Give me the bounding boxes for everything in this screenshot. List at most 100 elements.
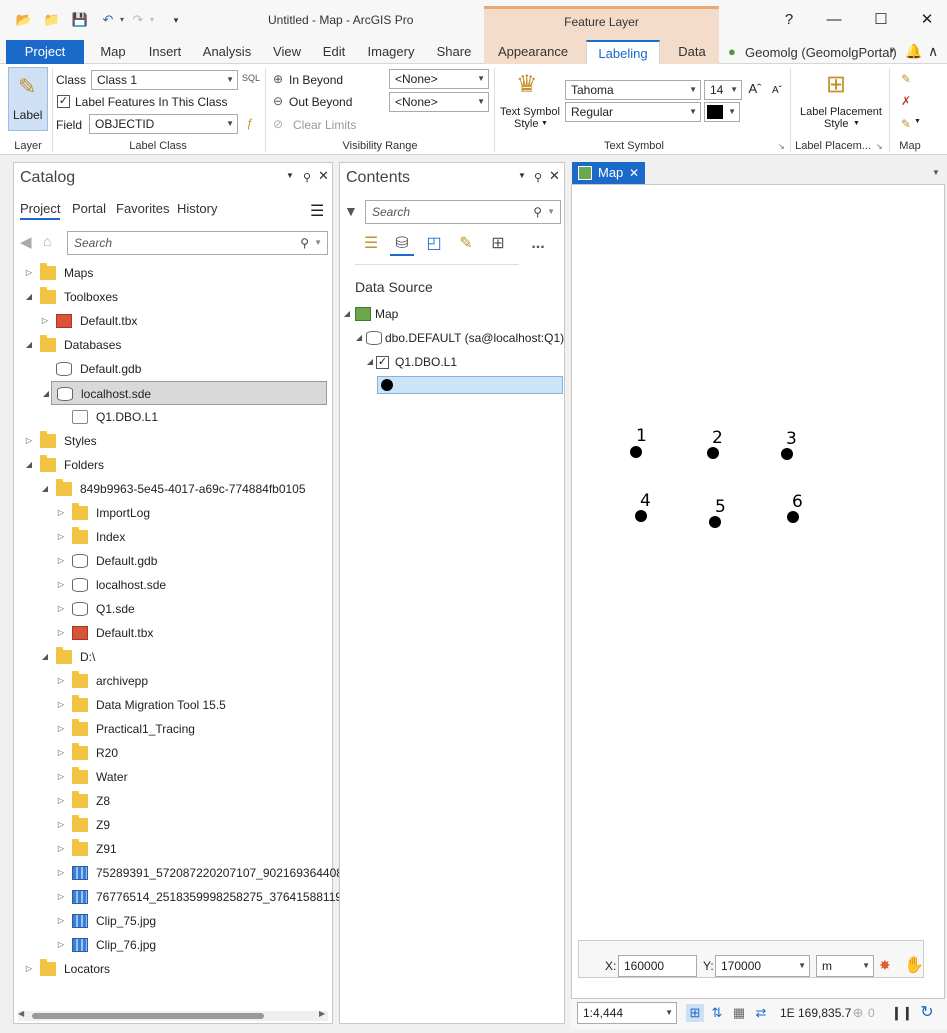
list-by-data-source-icon[interactable]: ⛁ xyxy=(390,232,414,256)
tab-catalog-portal[interactable]: Portal xyxy=(72,201,106,216)
table-icon[interactable]: ▦ xyxy=(730,1004,748,1022)
tab-insert[interactable]: Insert xyxy=(142,40,188,64)
collapse-icon[interactable]: ◢ xyxy=(365,350,375,374)
expand-icon[interactable]: ▷ xyxy=(56,597,66,621)
collapse-icon[interactable]: ◢ xyxy=(40,477,50,501)
map-canvas[interactable]: 1 2 3 4 5 6 ∨ xyxy=(571,184,945,999)
catalog-item[interactable]: ◢ D:\ xyxy=(14,645,332,669)
chevron-down-icon[interactable]: ▼ xyxy=(914,118,921,125)
expand-icon[interactable]: ▷ xyxy=(56,669,66,693)
expand-icon[interactable]: ▷ xyxy=(24,429,34,453)
expand-icon[interactable]: ▷ xyxy=(24,261,34,285)
close-icon[interactable]: ✕ xyxy=(318,168,329,184)
font-color-picker[interactable]: ▼ xyxy=(704,102,740,122)
label-features-checkbox[interactable]: ✓ xyxy=(57,95,70,108)
tab-list-icon[interactable]: ▼ xyxy=(932,168,940,177)
catalog-item[interactable]: ▷ Q1.sde xyxy=(14,597,332,621)
map-point[interactable] xyxy=(709,516,721,528)
catalog-item[interactable]: ▷ Data Migration Tool 15.5 xyxy=(14,693,332,717)
customize-toolbar-icon[interactable]: ▾ xyxy=(167,12,185,28)
transform-icon[interactable]: ⇅ xyxy=(708,1004,726,1022)
map-point[interactable] xyxy=(787,511,799,523)
layer-visibility-checkbox[interactable]: ✓ xyxy=(376,356,389,369)
expand-icon[interactable]: ▷ xyxy=(56,549,66,573)
navigation-icon[interactable]: ⇄ xyxy=(752,1004,770,1022)
filter-icon[interactable]: ▼ xyxy=(344,203,358,219)
map-point[interactable] xyxy=(630,446,642,458)
map-point[interactable] xyxy=(781,448,793,460)
catalog-item[interactable]: ▷ Water xyxy=(14,765,332,789)
pin-icon[interactable]: ⚲ xyxy=(303,171,311,184)
expand-icon[interactable]: ▷ xyxy=(56,837,66,861)
out-beyond-label[interactable]: Out Beyond xyxy=(289,95,352,109)
increase-font-size-icon[interactable]: Aˆ xyxy=(747,81,763,97)
label-placement-style-button[interactable]: ⊞ Label Placement Style ▼ xyxy=(796,68,886,134)
expand-icon[interactable]: ▷ xyxy=(56,621,66,645)
field-dropdown[interactable]: OBJECTID ▼ xyxy=(89,114,238,134)
more-options-button[interactable]: ... xyxy=(526,232,550,256)
pane-menu-icon[interactable]: ▼ xyxy=(518,171,526,180)
catalog-item[interactable]: ▷ 75289391_572087220207107_90216936440835 xyxy=(14,861,356,885)
placement-launcher-icon[interactable]: ↘ xyxy=(876,142,883,151)
catalog-item[interactable]: ▷ localhost.sde xyxy=(14,573,332,597)
tab-labeling[interactable]: Labeling xyxy=(586,40,660,65)
flash-location-icon[interactable]: ✸ xyxy=(879,957,891,974)
collapse-icon[interactable]: ◢ xyxy=(342,302,352,326)
font-size-dropdown[interactable]: 14 ▼ xyxy=(704,80,742,100)
tab-map[interactable]: Map xyxy=(92,40,134,64)
refresh-icon[interactable]: ↻ xyxy=(918,1004,936,1022)
tab-edit[interactable]: Edit xyxy=(316,40,352,64)
tab-view[interactable]: View xyxy=(266,40,308,64)
new-project-icon[interactable]: 📂 xyxy=(15,12,33,28)
catalog-item[interactable]: ▷ Index xyxy=(14,525,332,549)
collapse-ribbon-icon[interactable]: ∧ xyxy=(928,43,938,60)
catalog-item[interactable]: ▷ Clip_76.jpg xyxy=(14,933,332,957)
list-by-editing-icon[interactable]: ✎ xyxy=(454,232,478,256)
map-point[interactable] xyxy=(635,510,647,522)
close-window-button[interactable]: ✕ xyxy=(917,10,937,30)
contents-item-workspace[interactable]: ◢ dbo.DEFAULT (sa@localhost:Q1) xyxy=(340,326,564,350)
expand-icon[interactable]: ▷ xyxy=(40,309,50,333)
catalog-item[interactable]: ◢ 849b9963-5e45-4017-a69c-774884fb0105 xyxy=(14,477,332,501)
save-icon[interactable]: 💾 xyxy=(71,12,89,28)
grid-snap-icon[interactable]: ⊞ xyxy=(686,1004,704,1022)
in-beyond-dropdown[interactable]: <None> ▼ xyxy=(389,69,489,89)
tab-analysis[interactable]: Analysis xyxy=(198,40,256,64)
tab-data[interactable]: Data xyxy=(670,40,714,64)
notifications-icon[interactable]: 🔔 xyxy=(905,43,922,60)
collapse-icon[interactable]: ◢ xyxy=(24,333,34,357)
label-toggle-button[interactable]: ✎ Label xyxy=(8,67,48,131)
font-dropdown[interactable]: Tahoma ▼ xyxy=(565,80,701,100)
close-icon[interactable]: ✕ xyxy=(629,162,639,184)
expand-icon[interactable]: ▷ xyxy=(56,861,66,885)
catalog-item[interactable]: ▷ Default.tbx xyxy=(14,309,332,333)
back-icon[interactable]: ◀ xyxy=(20,233,32,251)
list-by-selection-icon[interactable]: ◰ xyxy=(422,232,446,256)
open-project-icon[interactable]: 📁 xyxy=(43,12,61,28)
user-dropdown-icon[interactable]: ▾ xyxy=(890,46,894,55)
pan-to-icon[interactable]: ✋ xyxy=(904,955,924,975)
catalog-item[interactable]: ◢ localhost.sde xyxy=(43,381,327,405)
x-coordinate-input[interactable]: 160000 xyxy=(618,955,697,977)
collapse-icon[interactable]: ◢ xyxy=(354,326,364,350)
catalog-item[interactable]: ▷ R20 xyxy=(14,741,332,765)
map-point[interactable] xyxy=(707,447,719,459)
scroll-right-icon[interactable]: ▶ xyxy=(319,1009,325,1018)
label-priority-icon[interactable]: ✎ xyxy=(898,71,914,87)
clear-labels-icon[interactable]: ✗ xyxy=(898,93,914,109)
catalog-search-input[interactable]: Search ⚲ ▼ xyxy=(67,231,328,255)
contents-search-input[interactable]: Search ⚲ ▼ xyxy=(365,200,561,224)
catalog-item[interactable]: ◢ Toolboxes xyxy=(14,285,332,309)
catalog-item[interactable]: Q1.DBO.L1 xyxy=(14,405,332,429)
catalog-item[interactable]: ▷ Maps xyxy=(14,261,332,285)
catalog-item[interactable]: ▷ Practical1_Tracing xyxy=(14,717,332,741)
catalog-item[interactable]: Default.gdb xyxy=(14,357,332,381)
expand-icon[interactable]: ▷ xyxy=(56,933,66,957)
tab-catalog-history[interactable]: History xyxy=(177,201,217,216)
clear-limits-button[interactable]: Clear Limits xyxy=(293,118,356,132)
expand-icon[interactable]: ▷ xyxy=(24,957,34,981)
catalog-item[interactable]: ▷ Z9 xyxy=(14,813,332,837)
catalog-item[interactable]: ▷ Locators xyxy=(14,957,332,981)
help-button[interactable]: ? xyxy=(779,10,799,30)
catalog-item[interactable]: ▷ Styles xyxy=(14,429,332,453)
